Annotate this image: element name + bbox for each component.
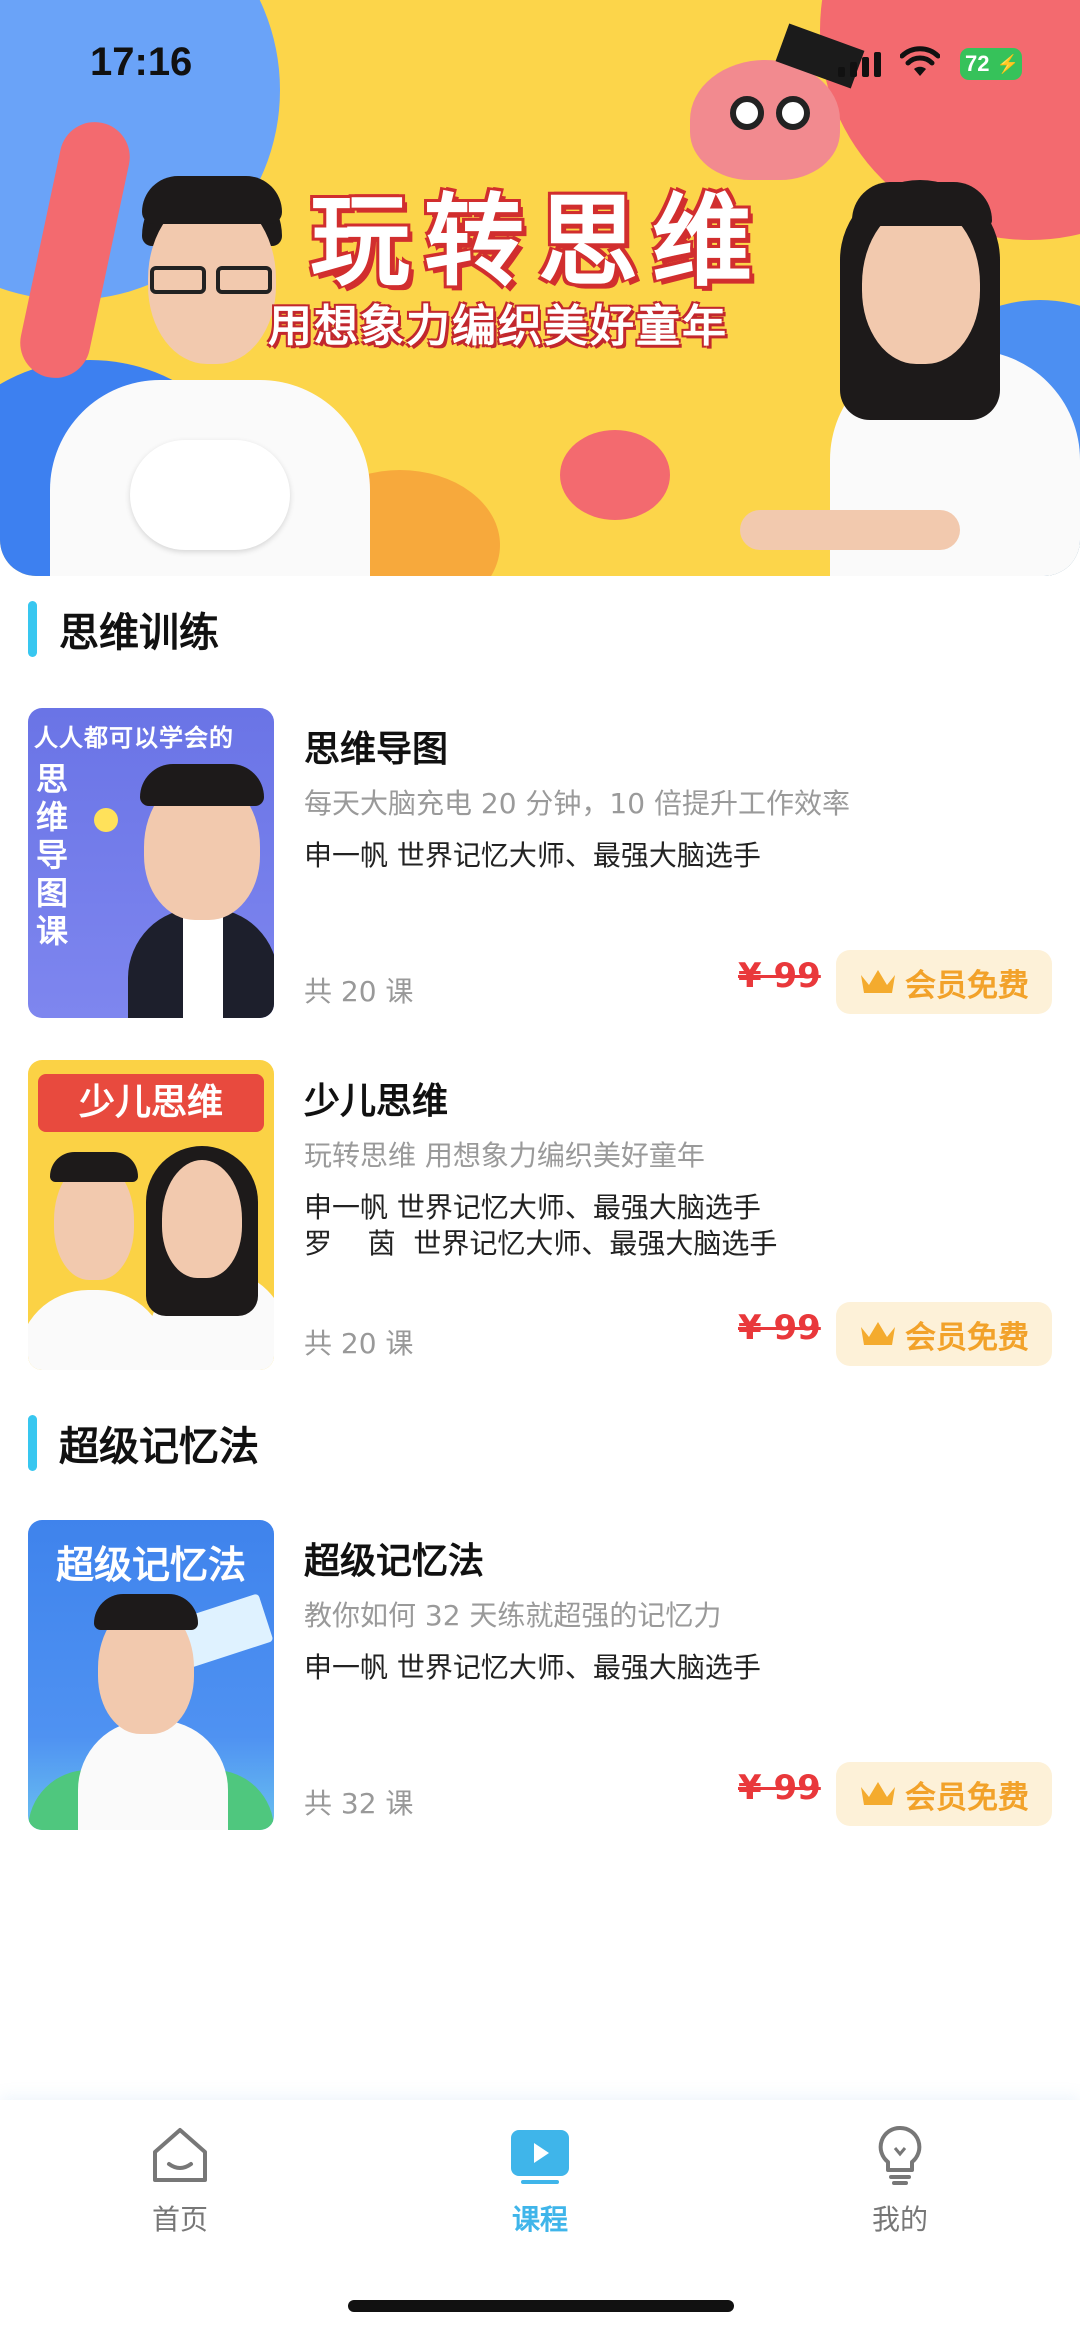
tab-profile[interactable]: 我的 xyxy=(800,2122,1000,2238)
status-bar: 17:16 72 xyxy=(0,0,1080,130)
lightbulb-icon xyxy=(94,808,118,832)
banner-blob xyxy=(560,430,670,520)
course-title: 思维导图 xyxy=(304,729,449,770)
course-description: 教你如何 32 天练就超强的记忆力 xyxy=(304,1599,722,1632)
course-teacher: 申一帆 世界记忆大师、最强大脑选手 xyxy=(304,1651,761,1684)
course-title: 少儿思维 xyxy=(304,1081,449,1122)
section-accent-bar xyxy=(28,1415,37,1471)
course-description: 玩转思维 用想象力编织美好童年 xyxy=(304,1139,705,1172)
thumbnail-vertical-title: 思维导图课 xyxy=(36,760,69,950)
vip-free-badge[interactable]: 会员免费 xyxy=(836,950,1052,1014)
cellular-signal-icon xyxy=(838,52,881,77)
course-original-price: ¥ 99 xyxy=(738,956,821,996)
lightbulb-icon xyxy=(878,2125,922,2185)
course-teacher: 罗 茵 世界记忆大师、最强大脑选手 xyxy=(304,1227,778,1260)
course-lesson-count: 共 20 课 xyxy=(304,1327,414,1360)
status-time: 17:16 xyxy=(90,40,193,84)
tab-home-label: 首页 xyxy=(151,2203,208,2236)
vip-free-label: 会员免费 xyxy=(905,967,1029,1004)
course-card-super-memory[interactable]: 超级记忆法 超级记忆法 教你如何 32 天练就超强的记忆力 申一帆 世界记忆大师… xyxy=(28,1520,1052,1830)
vip-free-label: 会员免费 xyxy=(905,1319,1029,1356)
tab-profile-label: 我的 xyxy=(871,2203,928,2236)
course-card-kids-thinking[interactable]: 少儿思维 少儿思维 玩转思维 用想象力编织美好童年 申一帆 世界记忆大师、最强大… xyxy=(28,1060,1052,1370)
course-lesson-count: 共 32 课 xyxy=(304,1787,414,1820)
course-thumbnail: 超级记忆法 xyxy=(28,1520,274,1830)
home-icon xyxy=(153,2128,207,2182)
thumbnail-ribbon: 少儿思维 xyxy=(38,1074,264,1132)
course-original-price: ¥ 99 xyxy=(738,1768,821,1808)
section-accent-bar xyxy=(28,601,37,657)
course-card-mindmap[interactable]: 人人都可以学会的 思维导图课 思维导图 每天大脑充电 20 分钟，10 倍提升工… xyxy=(28,708,1052,1018)
course-thumbnail: 少儿思维 xyxy=(28,1060,274,1370)
tab-courses[interactable]: 课程 xyxy=(440,2122,640,2238)
teacher-photo-right xyxy=(740,180,1080,576)
tab-home[interactable]: 首页 xyxy=(80,2122,280,2238)
battery-icon: 72 xyxy=(960,48,1022,80)
course-title: 超级记忆法 xyxy=(304,1541,485,1582)
home-indicator[interactable] xyxy=(348,2300,734,2312)
course-description: 每天大脑充电 20 分钟，10 倍提升工作效率 xyxy=(304,787,850,820)
vip-free-badge[interactable]: 会员免费 xyxy=(836,1302,1052,1366)
section-title-text: 超级记忆法 xyxy=(59,1424,259,1470)
section-title-text: 思维训练 xyxy=(59,610,219,656)
course-lesson-count: 共 20 课 xyxy=(304,975,414,1008)
crown-icon xyxy=(861,970,895,993)
section-title-memory: 超级记忆法 xyxy=(28,1414,259,1472)
section-title-thinking: 思维训练 xyxy=(28,600,219,658)
course-teacher: 申一帆 世界记忆大师、最强大脑选手 xyxy=(304,1191,761,1224)
course-thumbnail: 人人都可以学会的 思维导图课 xyxy=(28,708,274,1018)
banner-subtitle: 用想象力编织美好童年 xyxy=(268,301,728,352)
wifi-icon xyxy=(900,46,940,76)
vip-free-badge[interactable]: 会员免费 xyxy=(836,1762,1052,1826)
banner-title: 玩转思维 xyxy=(310,182,766,300)
thumbnail-caption: 人人都可以学会的 xyxy=(34,724,234,752)
tab-courses-label: 课程 xyxy=(511,2203,568,2236)
crown-icon xyxy=(861,1782,895,1805)
thumbnail-title: 超级记忆法 xyxy=(55,1543,246,1587)
course-teacher: 申一帆 世界记忆大师、最强大脑选手 xyxy=(304,839,761,872)
play-icon xyxy=(511,2130,569,2184)
course-original-price: ¥ 99 xyxy=(738,1308,821,1348)
vip-free-label: 会员免费 xyxy=(905,1779,1029,1816)
crown-icon xyxy=(861,1322,895,1345)
